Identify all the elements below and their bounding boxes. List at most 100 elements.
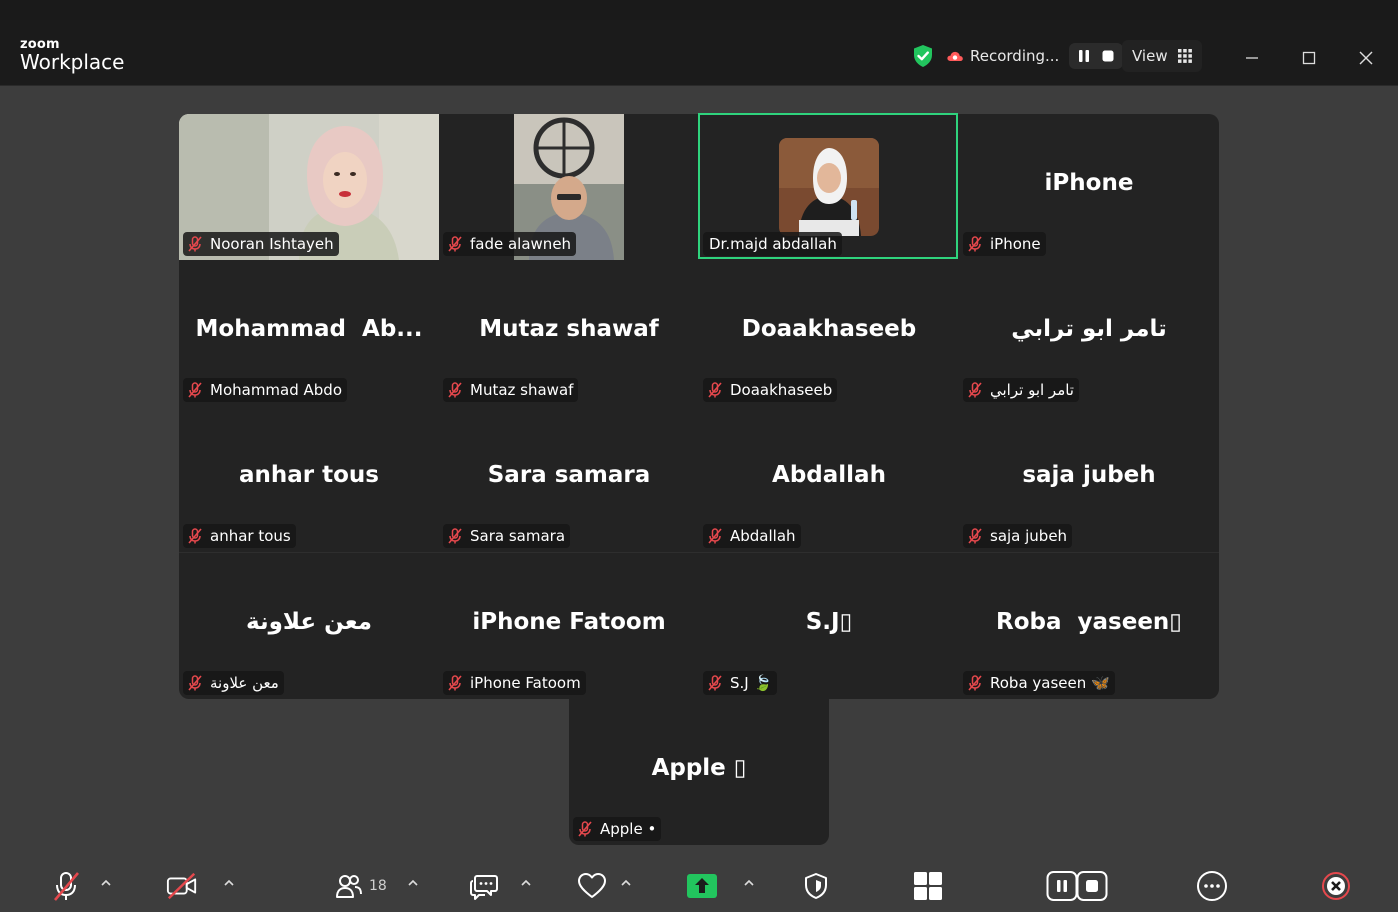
- name-tile[interactable]: Sara samara Sara samara: [439, 406, 699, 552]
- brand-big: Workplace: [20, 50, 125, 74]
- participants-options-caret[interactable]: [406, 876, 420, 890]
- close-window-button[interactable]: [1356, 48, 1376, 68]
- pause-stop-recording-icon: [1046, 871, 1108, 901]
- share-screen-button[interactable]: [686, 870, 718, 902]
- participant-name: Sara samara: [470, 527, 566, 545]
- breakout-rooms-button[interactable]: [912, 870, 944, 902]
- share-options-caret[interactable]: [742, 876, 756, 890]
- end-meeting-button[interactable]: [1320, 870, 1352, 902]
- participant-name: Roba yaseen 🦋: [990, 674, 1110, 692]
- participant-name: معن علاونة: [210, 674, 279, 692]
- name-tile-inner: Apple ▯ Apple •: [569, 699, 829, 845]
- muted-mic-icon: [578, 821, 592, 837]
- react-button[interactable]: [576, 870, 608, 902]
- title-bar: zoom Workplace Recording... View: [0, 20, 1398, 86]
- tile-display-name: Apple ▯: [651, 755, 747, 781]
- participant-label: Apple •: [573, 817, 662, 841]
- gallery-grid: Nooran Ishtayeh fade alawneh Dr.majd abd…: [179, 114, 1219, 699]
- participant-name: Apple •: [600, 820, 657, 838]
- video-tile[interactable]: Nooran Ishtayeh: [179, 114, 439, 260]
- top-strip: [0, 0, 1398, 20]
- participant-label: saja jubeh: [963, 524, 1073, 548]
- video-tile-active[interactable]: Dr.majd abdallah: [699, 114, 959, 260]
- name-tile[interactable]: Mutaz shawaf Mutaz shawaf: [439, 260, 699, 406]
- video-button[interactable]: [166, 870, 198, 902]
- participants-button[interactable]: 18: [333, 870, 387, 902]
- minimize-button[interactable]: [1242, 48, 1262, 68]
- participant-label: anhar tous: [183, 524, 296, 548]
- muted-mic-icon: [448, 528, 462, 544]
- host-tools-button[interactable]: [800, 870, 832, 902]
- participant-label: iPhone Fatoom: [443, 671, 586, 695]
- maximize-button[interactable]: [1299, 48, 1319, 68]
- name-tile[interactable]: Abdallah Abdallah: [699, 406, 959, 552]
- name-tile[interactable]: Roba yaseen▯ Roba yaseen 🦋: [959, 553, 1219, 699]
- stop-icon: [1102, 50, 1114, 62]
- muted-mic-icon: [188, 382, 202, 398]
- more-button[interactable]: [1196, 870, 1228, 902]
- audio-button[interactable]: [50, 870, 82, 902]
- participants-icon: [336, 875, 362, 898]
- participant-label: S.J 🍃: [703, 671, 778, 695]
- tile-display-name: anhar tous: [239, 462, 379, 488]
- participant-name: iPhone Fatoom: [470, 674, 581, 692]
- name-tile[interactable]: Apple ▯ Apple •: [569, 699, 829, 845]
- participant-name: Dr.majd abdallah: [709, 235, 837, 253]
- tile-display-name: S.J▯: [805, 609, 853, 635]
- share-screen-icon: [687, 874, 717, 898]
- participant-label: تامر ابو ترابي: [963, 378, 1079, 402]
- name-tile[interactable]: معن علاونة معن علاونة: [179, 553, 439, 699]
- muted-mic-icon: [968, 236, 982, 252]
- participant-name: Mutaz shawaf: [470, 381, 574, 399]
- participants-count: 18: [369, 878, 387, 894]
- name-tile[interactable]: iPhone iPhone: [959, 114, 1219, 260]
- pause-recording-button[interactable]: [1075, 47, 1093, 65]
- name-tile[interactable]: iPhone Fatoom iPhone Fatoom: [439, 553, 699, 699]
- name-tile[interactable]: S.J▯ S.J 🍃: [699, 553, 959, 699]
- participant-label: Roba yaseen 🦋: [963, 671, 1115, 695]
- muted-mic-icon: [708, 675, 722, 691]
- pause-icon: [1079, 50, 1090, 62]
- participant-name: iPhone: [990, 235, 1041, 253]
- name-tile[interactable]: saja jubeh saja jubeh: [959, 406, 1219, 552]
- participant-name: S.J 🍃: [730, 674, 773, 692]
- muted-mic-icon: [188, 528, 202, 544]
- chat-options-caret[interactable]: [519, 876, 533, 890]
- participant-label: fade alawneh: [443, 232, 577, 256]
- tile-display-name: Abdallah: [772, 462, 886, 488]
- video-tile[interactable]: fade alawneh: [439, 114, 699, 260]
- participant-label: Doaakhaseeb: [703, 378, 838, 402]
- participant-name: Nooran Ishtayeh: [210, 235, 334, 253]
- tile-display-name: Mohammad Ab...: [195, 316, 423, 342]
- tile-display-name: Mutaz shawaf: [479, 316, 659, 342]
- chat-icon: [470, 875, 498, 900]
- end-meeting-x-icon: [1322, 872, 1350, 900]
- participant-label: Abdallah: [703, 524, 801, 548]
- participant-name: anhar tous: [210, 527, 291, 545]
- name-tile[interactable]: Mohammad Ab... Mohammad Abdo: [179, 260, 439, 406]
- participant-name: Doaakhaseeb: [730, 381, 833, 399]
- participant-label: معن علاونة: [183, 671, 284, 695]
- stop-recording-button[interactable]: [1099, 47, 1117, 65]
- tile-display-name: Roba yaseen▯: [996, 609, 1182, 635]
- muted-mic-icon: [448, 675, 462, 691]
- view-button[interactable]: View: [1122, 40, 1202, 72]
- more-icon: [1197, 871, 1227, 901]
- tile-display-name: معن علاونة: [246, 609, 372, 635]
- name-tile[interactable]: تامر ابو ترابي تامر ابو ترابي: [959, 260, 1219, 406]
- recording-controls-button[interactable]: [1046, 870, 1108, 902]
- app-logo: zoom Workplace: [20, 38, 124, 72]
- name-tile[interactable]: anhar tous anhar tous: [179, 406, 439, 552]
- tile-display-name: iPhone Fatoom: [472, 609, 666, 635]
- audio-options-caret[interactable]: [99, 876, 113, 890]
- chat-button[interactable]: [468, 870, 500, 902]
- name-tile[interactable]: Doaakhaseeb Doaakhaseeb: [699, 260, 959, 406]
- participant-label: iPhone: [963, 232, 1046, 256]
- participant-video: [779, 138, 879, 236]
- shield-icon[interactable]: [912, 44, 934, 68]
- muted-mic-icon: [968, 528, 982, 544]
- muted-mic-icon: [448, 382, 462, 398]
- video-options-caret[interactable]: [222, 876, 236, 890]
- react-options-caret[interactable]: [619, 876, 633, 890]
- recording-status-text: Recording...: [970, 47, 1060, 65]
